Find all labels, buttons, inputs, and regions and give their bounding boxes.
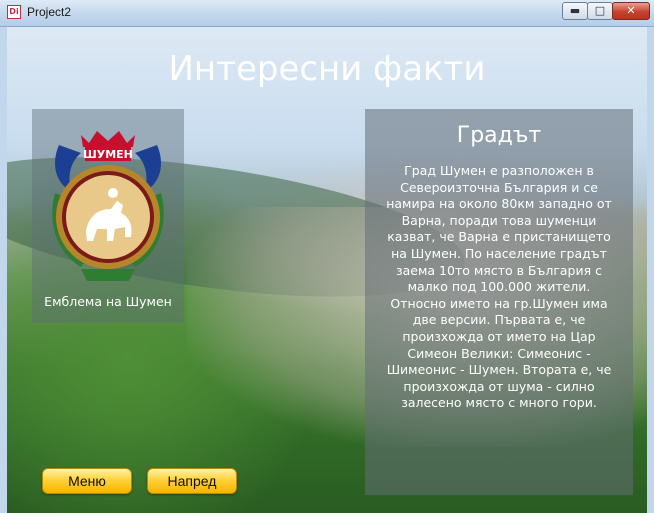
maximize-button[interactable]: □ bbox=[587, 2, 613, 20]
window-frame-left bbox=[0, 27, 7, 513]
emblem-caption: Емблема на Шумен bbox=[44, 294, 172, 309]
minimize-button[interactable]: ▬ bbox=[562, 2, 588, 20]
close-button[interactable]: ✕ bbox=[612, 2, 650, 20]
info-heading: Градът bbox=[456, 123, 542, 148]
window-titlebar[interactable]: Di Project2 ▬ □ ✕ bbox=[0, 0, 654, 27]
menu-button[interactable]: Меню bbox=[42, 468, 132, 494]
next-button[interactable]: Напред bbox=[147, 468, 237, 494]
page-title: Интересни факти bbox=[168, 49, 486, 89]
shumen-coat-of-arms-icon: ШУМЕН bbox=[52, 131, 164, 281]
app-icon[interactable]: Di bbox=[7, 5, 21, 19]
info-body-text: Град Шумен е разположен в Североизточна … bbox=[386, 163, 612, 411]
emblem-banner-text: ШУМЕН bbox=[83, 148, 133, 161]
emblem-panel: ШУМЕН Емблема на Шумен bbox=[32, 109, 184, 323]
window-frame-right bbox=[647, 27, 654, 513]
window-title: Project2 bbox=[27, 5, 72, 19]
client-area: Интересни факти ШУМЕН Емблема на Шумен Г… bbox=[7, 27, 647, 513]
info-panel: Градът Град Шумен е разположен в Северои… bbox=[365, 109, 633, 495]
